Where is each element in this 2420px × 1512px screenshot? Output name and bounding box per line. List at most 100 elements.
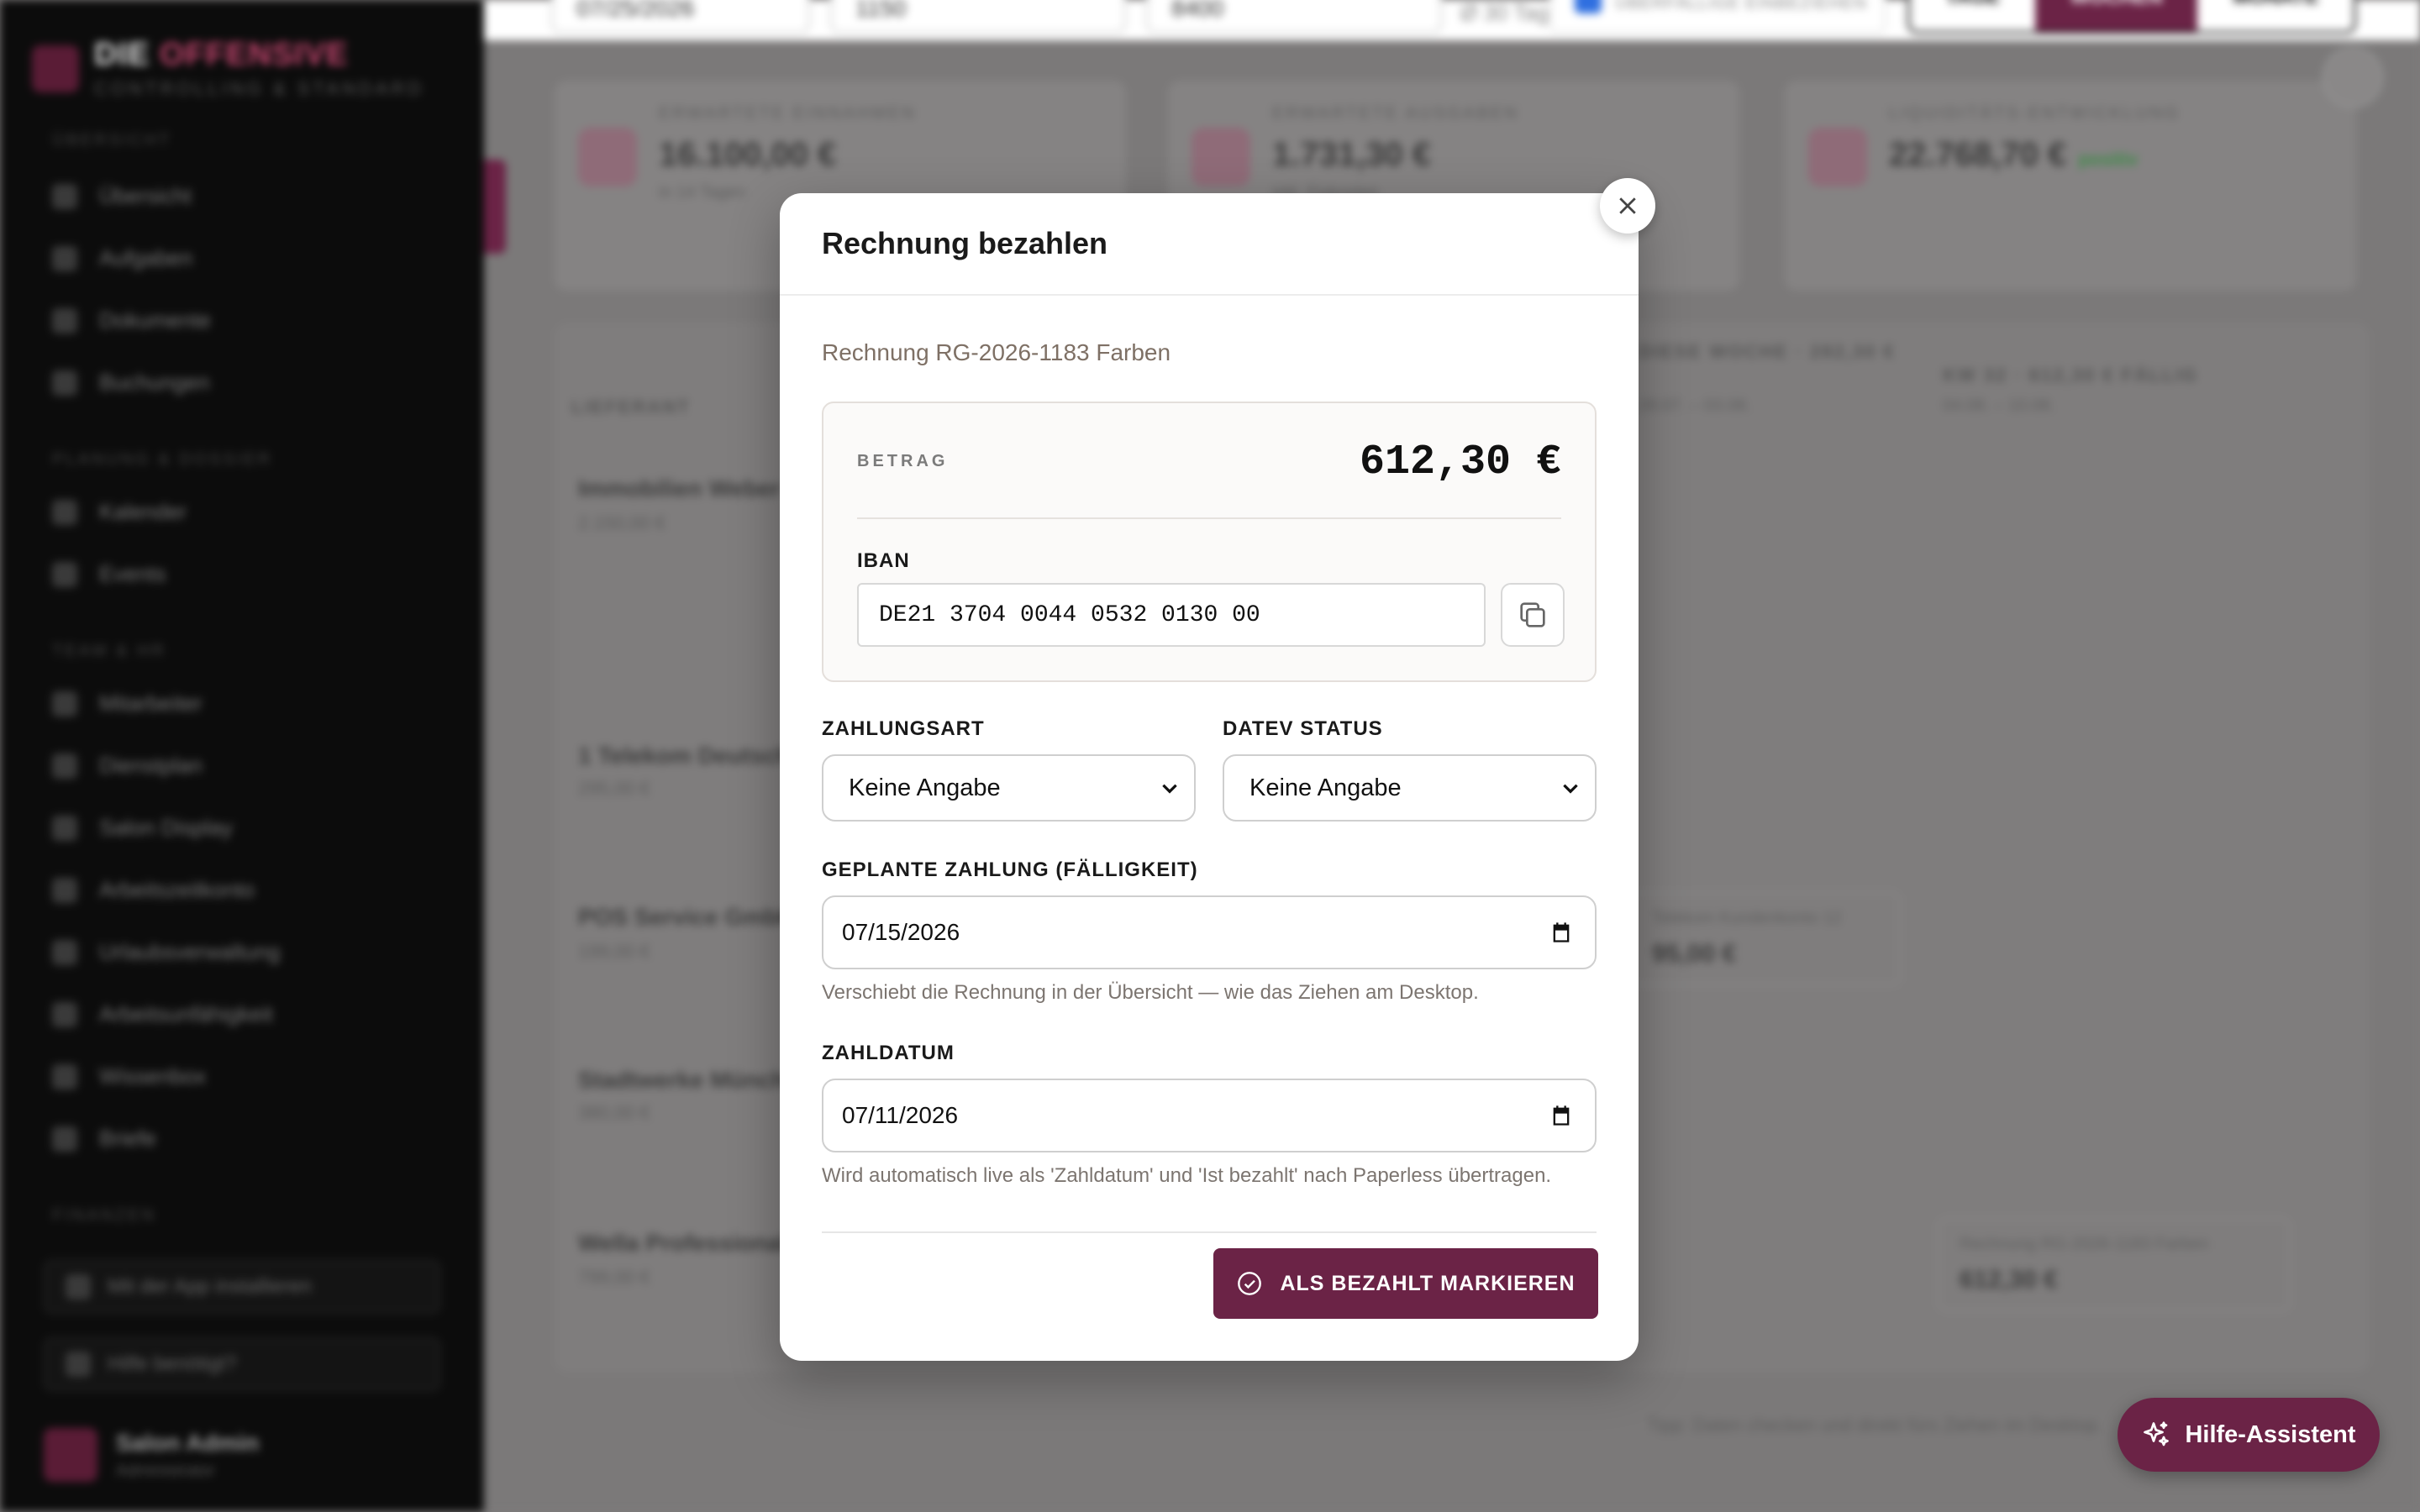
payment-type-value: Keine Angabe	[849, 774, 1001, 801]
sidebar-item-staff[interactable]: Mitarbeiter	[52, 690, 203, 717]
iban-field[interactable]: DE21 3704 0044 0532 0130 00	[857, 583, 1486, 647]
stat-sub: in 14 Tagen	[659, 183, 746, 202]
document-icon	[52, 307, 77, 333]
amount-value: 612,30 €	[1359, 438, 1561, 486]
vacation-icon	[52, 939, 77, 965]
health-icon	[52, 1001, 77, 1027]
sidebar-item-documents[interactable]: Dokumente	[52, 307, 211, 333]
payment-date-input[interactable]: 07/11/2026	[822, 1079, 1597, 1152]
iban-label: IBAN	[857, 549, 910, 572]
sidebar: DIE OFFENSIVE CONTROLLING & STANDARD ÜBE…	[0, 0, 484, 1512]
user-profile[interactable]: Salon Admin Administrator	[44, 1428, 259, 1482]
copy-iban-button[interactable]	[1501, 583, 1565, 647]
payment-date-help: Wird automatisch live als 'Zahldatum' un…	[822, 1164, 1552, 1187]
sidebar-section: PLANUNG & DOSSIER	[52, 450, 273, 469]
display-icon	[52, 815, 77, 841]
supplier-row-name: Stadtwerke München	[578, 1067, 814, 1093]
grid-icon	[52, 183, 77, 209]
calendar-icon[interactable]	[1549, 921, 1573, 944]
close-icon	[1619, 197, 1636, 214]
balance-input[interactable]: 8400	[1146, 0, 1442, 34]
calendar-icon[interactable]	[1549, 1104, 1573, 1127]
segment-weeks[interactable]: WOCHEN	[2034, 0, 2198, 31]
supplier-row-name: Immobilien Weber	[578, 475, 781, 501]
divider	[822, 1231, 1597, 1233]
planned-payment-value: 07/15/2026	[842, 919, 960, 945]
roster-icon	[52, 753, 77, 779]
user-name: Salon Admin	[116, 1429, 260, 1456]
supplier-row-amount: 199,00 €	[578, 941, 650, 962]
sidebar-item-knowledge[interactable]: Wissenbox	[52, 1063, 206, 1089]
avatar	[44, 1428, 97, 1482]
stat-card-liquidity: LIQUIDITÄTS-ENTWICKLUNG 22.768,70 € posit…	[1785, 81, 2356, 291]
segment-days[interactable]: TAGE	[1910, 0, 2035, 31]
sidebar-item-timeaccount[interactable]: Arbeitszeitkonto	[52, 877, 255, 903]
mark-as-paid-button[interactable]: ALS BEZAHLT MARKIEREN	[1213, 1248, 1598, 1319]
sidebar-item-letters[interactable]: Briefe	[52, 1126, 156, 1152]
calendar-icon	[52, 499, 77, 525]
average-label: Ø 30 Tage	[1460, 0, 1561, 25]
segment-months[interactable]: MONATE	[2197, 0, 2354, 31]
sidebar-item-vacation[interactable]: Urlaubsverwaltung	[52, 939, 280, 965]
chevron-down-icon	[1563, 784, 1578, 794]
user-role: Administrator	[116, 1461, 215, 1480]
check-circle-icon	[1238, 1272, 1262, 1295]
planned-payment-help: Verschiebt die Rechnung in der Übersicht…	[822, 981, 1479, 1004]
threshold-input[interactable]: 1150	[830, 0, 1126, 34]
brand-logo	[32, 45, 79, 92]
collapse-sidebar-handle[interactable]	[484, 160, 506, 254]
stat-value: 1.731,30 €	[1272, 136, 1432, 173]
chevron-down-icon	[1162, 784, 1177, 794]
timescale-segmented-control: TAGE WOCHEN MONATE	[1907, 0, 2357, 34]
supplier-row-amount: 2.150,00 €	[578, 512, 666, 533]
planned-payment-date-input[interactable]: 07/15/2026	[822, 895, 1597, 969]
payment-type-select[interactable]: Keine Angabe	[822, 754, 1196, 822]
dialog-body: Rechnung RG-2026-1183 Farben BETRAG 612,…	[822, 296, 1597, 1233]
supplier-row-name: Wella Professionals	[578, 1230, 801, 1256]
planned-payment-group: GEPLANTE ZAHLUNG (FÄLLIGKEIT) 07/15/2026…	[822, 858, 1597, 1005]
settings-gear-icon[interactable]	[2323, 47, 2383, 108]
column-header-supplier: LIEFERANT	[571, 396, 691, 417]
brand: DIE OFFENSIVE CONTROLLING & STANDARD	[32, 37, 424, 100]
brand-title: DIE OFFENSIVE	[94, 37, 349, 72]
invoice-card[interactable]: Telekom Kundenkonto 12 95,00 €	[1630, 892, 1901, 985]
payment-type-label: ZAHLUNGSART	[822, 717, 985, 740]
sidebar-item-calendar[interactable]: Kalender	[52, 499, 187, 525]
copy-icon	[1520, 602, 1545, 627]
dialog-title: Rechnung bezahlen	[822, 226, 1108, 260]
planned-payment-label: GEPLANTE ZAHLUNG (FÄLLIGKEIT)	[822, 858, 1198, 881]
sidebar-item-overview[interactable]: Übersicht	[52, 183, 192, 209]
select-row: ZAHLUNGSART Keine Angabe DATEV STATUS Ke…	[822, 717, 1597, 822]
invoice-reference: Rechnung RG-2026-1183 Farben	[822, 339, 1171, 365]
start-date-input[interactable]: 07/25/2026	[551, 0, 810, 34]
datev-status-value: Keine Angabe	[1249, 774, 1402, 801]
install-app-button[interactable]: Mit der App installieren	[44, 1260, 440, 1314]
sidebar-item-roster[interactable]: Dienstplan	[52, 753, 203, 779]
help-assistant-button[interactable]: Hilfe-Assistent	[2118, 1398, 2380, 1472]
payment-summary-box: BETRAG 612,30 € IBAN DE21 3704 0044 0532…	[822, 402, 1597, 682]
datev-status-select[interactable]: Keine Angabe	[1223, 754, 1597, 822]
checkbox-checked-icon	[1575, 0, 1602, 13]
week-subheader: 04.08. – 10.08.	[1943, 396, 2055, 415]
supplier-row-amount: 380,00 €	[578, 1102, 650, 1123]
close-dialog-button[interactable]	[1600, 178, 1655, 234]
sidebar-item-tasks[interactable]: Aufgaben	[52, 245, 192, 271]
sidebar-section: ÜBERSICHT	[52, 131, 172, 150]
sidebar-item-events[interactable]: Events	[52, 561, 166, 587]
letter-icon	[52, 1126, 77, 1152]
sidebar-section: FINANZEN	[52, 1206, 156, 1225]
payment-date-label: ZAHLDATUM	[822, 1042, 955, 1064]
sidebar-item-display[interactable]: Salon Display	[52, 815, 233, 841]
sidebar-section: TEAM & HR	[52, 642, 166, 660]
sidebar-item-bookings[interactable]: Buchungen	[52, 370, 210, 396]
stat-value: 16.100,00 €	[659, 136, 837, 173]
invoice-card-amount: 612,30 €	[1960, 1266, 2058, 1294]
datev-status-label: DATEV STATUS	[1223, 717, 1383, 740]
help-icon	[66, 1352, 91, 1377]
sidebar-item-sickness[interactable]: Arbeitsunfähigkeit	[52, 1001, 273, 1027]
download-icon	[66, 1274, 91, 1299]
include-overdue-toggle[interactable]: ÜBERFÄLLIGE EINBEZIEHEN	[1549, 0, 1886, 34]
help-needed-button[interactable]: Hilfe benötigt?	[44, 1337, 440, 1391]
payment-date-value: 07/11/2026	[842, 1102, 959, 1128]
invoice-card[interactable]: Rechnung RG-2026-1183 Farben 612,30 €	[1938, 1218, 2291, 1311]
